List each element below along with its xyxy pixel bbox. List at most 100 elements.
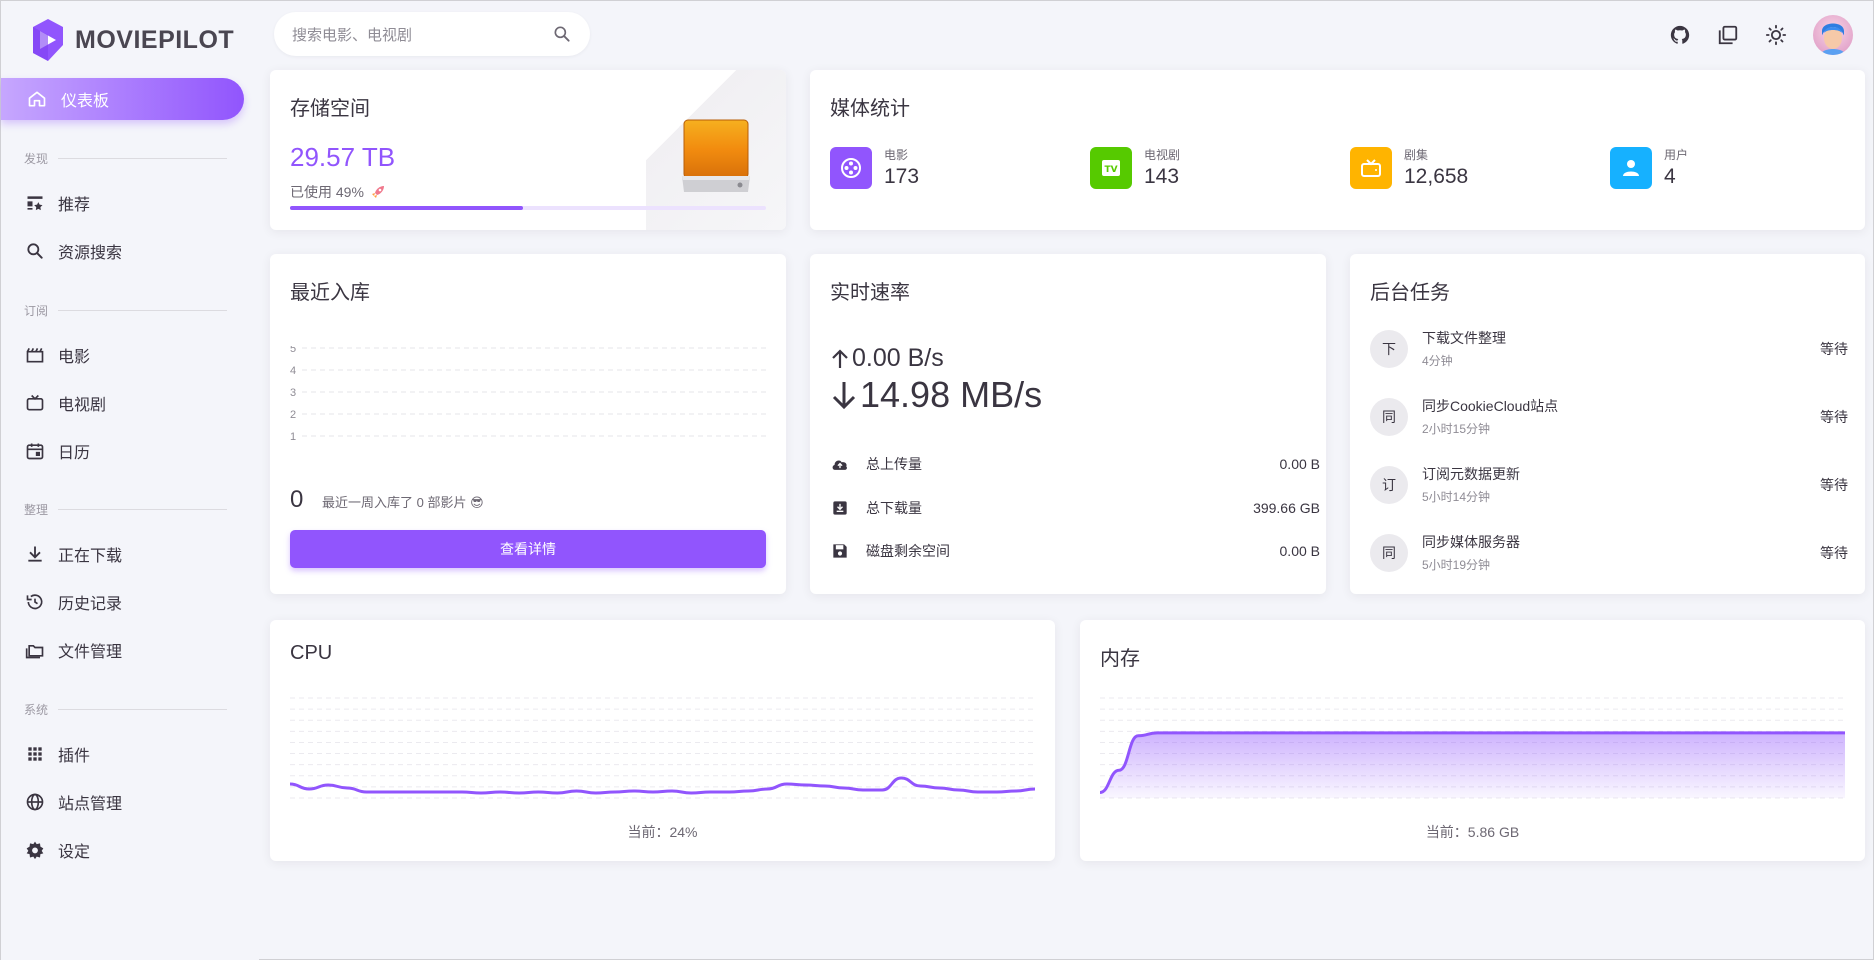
search-input[interactable]: 搜索电影、电视剧 bbox=[274, 12, 590, 56]
tv-badge-icon: TV bbox=[1090, 146, 1132, 189]
media-stats-card: 媒体统计 电影 173 TV 电视剧 143 剧集 12,658 用户 4 bbox=[810, 70, 1865, 230]
memory-chart bbox=[1100, 697, 1845, 799]
cpu-card: CPU 当前：24% bbox=[270, 620, 1055, 861]
sidebar-item-calendar[interactable]: 日历 bbox=[1, 430, 244, 472]
hard-drive-icon bbox=[682, 119, 750, 192]
sidebar-section-discover: 发现 bbox=[24, 151, 227, 166]
history-icon bbox=[26, 594, 43, 610]
film-reel-icon bbox=[830, 146, 872, 189]
sidebar-item-settings[interactable]: 设定 bbox=[1, 829, 244, 871]
floppy-disk-icon bbox=[833, 544, 847, 558]
sidebar-item-search[interactable]: 资源搜索 bbox=[1, 230, 244, 272]
speed-card: 实时速率 0.00 B/s 14.98 MB/s 总上传量 0.00 B 总下载… bbox=[810, 254, 1326, 594]
app-logo[interactable]: MOVIEPILOT bbox=[29, 19, 234, 61]
y-tick-label: 3 bbox=[290, 387, 296, 399]
recent-title: 最近入库 bbox=[290, 282, 370, 304]
sidebar-section-organize: 整理 bbox=[24, 502, 227, 517]
memory-caption: 当前：5.86 GB bbox=[1425, 824, 1520, 840]
sidebar-item-files[interactable]: 文件管理 bbox=[1, 629, 244, 671]
sidebar-item-label: 推荐 bbox=[58, 197, 91, 214]
task-avatar: 同 bbox=[1370, 397, 1408, 436]
task-item: 订 订阅元数据更新 5小时14分钟 等待 bbox=[1370, 464, 1848, 505]
stat-movies: 电影 173 bbox=[830, 146, 919, 189]
task-avatar: 下 bbox=[1370, 329, 1408, 368]
task-status: 等待 bbox=[1820, 476, 1848, 493]
svg-text:TV: TV bbox=[1104, 165, 1117, 175]
sidebar-item-label: 插件 bbox=[58, 748, 91, 765]
home-icon bbox=[28, 91, 46, 107]
recommend-icon bbox=[27, 196, 43, 211]
sidebar-item-movies[interactable]: 电影 bbox=[1, 334, 244, 376]
y-tick-label: 4 bbox=[290, 365, 296, 377]
stat-tv: TV 电视剧 143 bbox=[1090, 146, 1180, 189]
sidebar-item-dashboard[interactable]: 仪表板 bbox=[1, 78, 244, 120]
inbox-download-icon bbox=[833, 501, 847, 515]
moviepilot-logo-icon bbox=[33, 19, 63, 61]
sidebar-item-plugins[interactable]: 插件 bbox=[1, 733, 244, 775]
recent-chart: 543210 bbox=[290, 346, 768, 443]
y-tick-label: 5 bbox=[290, 346, 296, 355]
sidebar-item-recommend[interactable]: 推荐 bbox=[1, 182, 244, 224]
user-avatar[interactable] bbox=[1813, 15, 1853, 55]
task-status: 等待 bbox=[1820, 340, 1848, 357]
cpu-chart bbox=[290, 697, 1035, 799]
storage-card: 存储空间 29.57 TB 已使用 49% bbox=[270, 70, 786, 230]
sidebar: MOVIEPILOT 仪表板 发现 推荐 资源搜索 订阅 电影 电视剧 日历 整… bbox=[1, 1, 259, 960]
apps-grid-icon bbox=[28, 747, 42, 761]
task-status: 等待 bbox=[1820, 544, 1848, 561]
sidebar-item-tv[interactable]: 电视剧 bbox=[1, 382, 244, 424]
task-avatar: 订 bbox=[1370, 465, 1408, 504]
storage-title: 存储空间 bbox=[290, 98, 370, 120]
sidebar-item-label: 历史记录 bbox=[58, 596, 123, 613]
download-icon bbox=[28, 546, 42, 562]
upload-speed: 0.00 B/s bbox=[830, 344, 944, 373]
rocket-icon bbox=[371, 186, 384, 198]
recent-note: 最近一周入库了 0 部影片 😎 bbox=[322, 495, 484, 510]
copy-window-icon[interactable] bbox=[1717, 24, 1739, 46]
tv-icon bbox=[1350, 146, 1392, 189]
series-area bbox=[1100, 732, 1845, 798]
github-icon[interactable] bbox=[1669, 24, 1691, 46]
sidebar-item-label: 文件管理 bbox=[58, 644, 123, 661]
y-tick-label: 1 bbox=[290, 431, 296, 443]
speed-title: 实时速率 bbox=[830, 282, 910, 304]
search-icon[interactable] bbox=[552, 24, 572, 44]
movie-clapper-icon bbox=[26, 347, 44, 363]
theme-sun-icon[interactable] bbox=[1765, 24, 1787, 46]
storage-used: 已使用 49% bbox=[290, 182, 386, 202]
task-item: 同 同步CookieCloud站点 2小时15分钟 等待 bbox=[1370, 396, 1848, 437]
speed-row-disk-free: 磁盘剩余空间 0.00 B bbox=[830, 541, 1320, 561]
calendar-icon bbox=[26, 443, 44, 460]
globe-icon bbox=[26, 793, 44, 811]
sidebar-item-label: 电视剧 bbox=[58, 397, 107, 414]
gear-icon bbox=[26, 841, 44, 860]
sidebar-item-label: 设定 bbox=[58, 844, 91, 861]
arrow-up-icon bbox=[832, 348, 848, 368]
avatar-icon bbox=[1821, 23, 1845, 55]
sidebar-item-history[interactable]: 历史记录 bbox=[1, 581, 244, 623]
tasks-title: 后台任务 bbox=[1370, 282, 1450, 304]
tasks-card: 后台任务 下 下载文件整理 4分钟 等待 同 同步CookieCloud站点 2小时… bbox=[1350, 254, 1865, 594]
storage-progress-fill bbox=[290, 206, 524, 210]
recent-card: 最近入库 543210 0 最近一周入库了 0 部影片 😎 查看详情 bbox=[270, 254, 786, 594]
sidebar-item-label: 日历 bbox=[58, 445, 91, 462]
sidebar-item-label: 资源搜索 bbox=[58, 245, 123, 262]
user-icon bbox=[1610, 146, 1652, 189]
memory-card: 内存 当前：5.86 GB bbox=[1080, 620, 1865, 861]
cpu-title: CPU bbox=[290, 642, 333, 664]
storage-progress-bar bbox=[290, 206, 766, 210]
arrow-down-icon bbox=[832, 382, 856, 410]
download-speed: 14.98 MB/s bbox=[830, 374, 1042, 416]
storage-total: 29.57 TB bbox=[290, 142, 396, 172]
speed-row-upload-total: 总上传量 0.00 B bbox=[830, 454, 1320, 474]
search-placeholder[interactable]: 搜索电影、电视剧 bbox=[292, 24, 552, 45]
sidebar-item-downloading[interactable]: 正在下载 bbox=[1, 533, 244, 575]
top-actions bbox=[1669, 15, 1853, 55]
view-details-button[interactable]: 查看详情 bbox=[290, 530, 766, 568]
sidebar-item-label: 仪表板 bbox=[61, 93, 110, 110]
series-line bbox=[290, 776, 1035, 795]
sidebar-item-sites[interactable]: 站点管理 bbox=[1, 781, 244, 823]
stat-users: 用户 4 bbox=[1610, 146, 1688, 189]
task-item: 下 下载文件整理 4分钟 等待 bbox=[1370, 328, 1848, 369]
sidebar-item-label: 站点管理 bbox=[58, 796, 123, 813]
